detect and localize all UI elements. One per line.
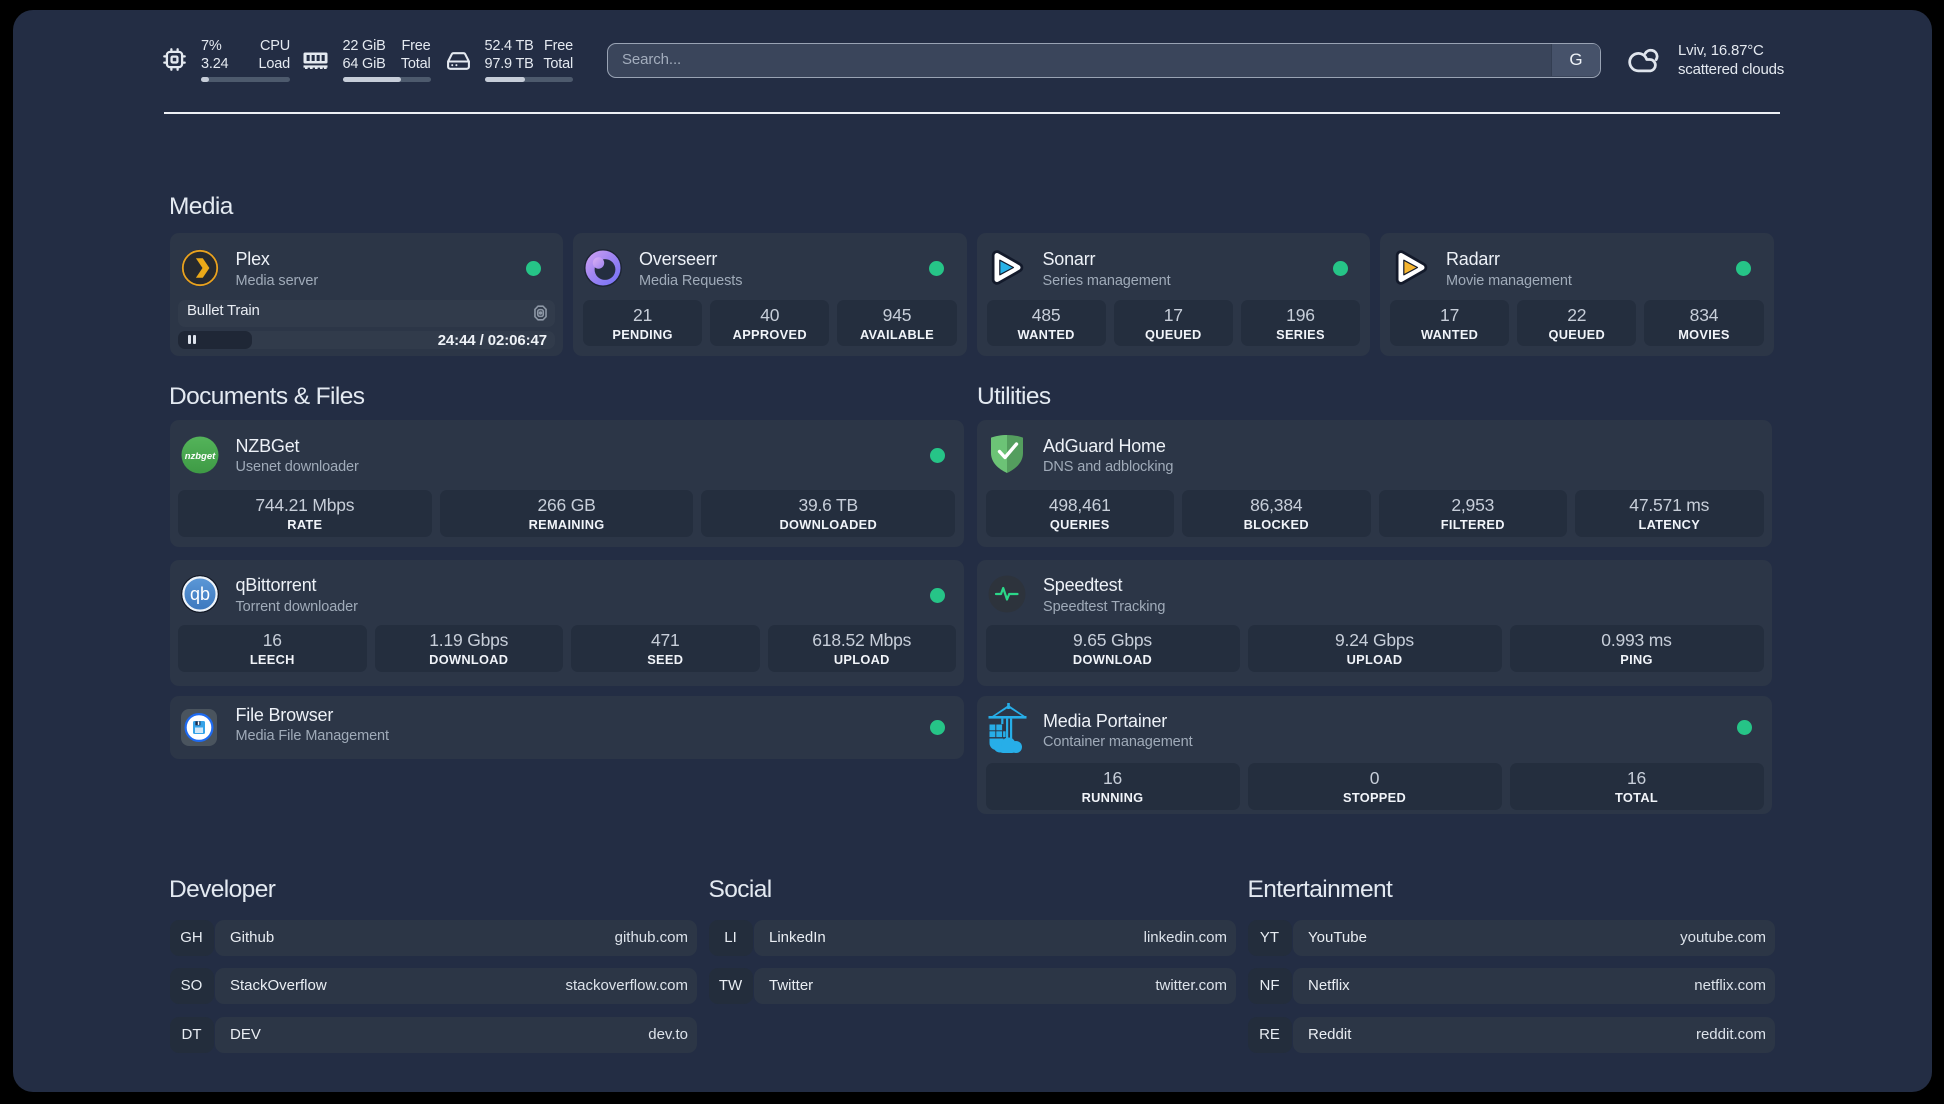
svg-text:qb: qb [189,584,209,604]
svg-text:nzbget: nzbget [184,451,215,462]
